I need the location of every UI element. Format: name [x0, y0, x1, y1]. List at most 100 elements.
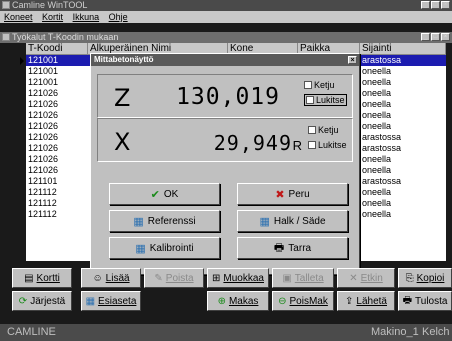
t-koodi-cell: 121112 — [28, 198, 57, 208]
sijainti-cell: arastossa — [362, 176, 402, 186]
toolbar-row-2: ⟳ Järjestä ▦ Esiaseta ⊕ Makas ⊖ PoisMak ⇪ Läh… — [12, 291, 452, 312]
muokkaa-button[interactable]: ⊞ Muokkaa — [207, 268, 269, 288]
checkbox-icon[interactable] — [308, 126, 316, 134]
z-axis-panel: Z 130,019 Ketju Lukitse — [97, 74, 353, 118]
col-t-koodi[interactable]: T-Koodi — [26, 43, 88, 54]
label-print-button[interactable]: 🖶 Tarra — [237, 237, 348, 259]
dialog-close-icon[interactable]: × — [348, 56, 357, 64]
talleta-button[interactable]: ▣ Talleta — [272, 268, 334, 288]
t-koodi-cell: 121026 — [28, 110, 59, 120]
col-sijainti[interactable]: Sijainti — [360, 43, 446, 54]
t-koodi-cell: 121026 — [28, 154, 59, 164]
x-ketju-label: Ketju — [318, 125, 339, 135]
child-window-title: Työkalut T-Koodin mukaan — [12, 32, 119, 42]
printer-icon: 🖶 — [273, 241, 285, 254]
magazine-icon: ⊕ — [217, 295, 226, 307]
x-axis-panel: X 29,949 R Ketju Lukitse — [97, 118, 353, 162]
remove-magazine-icon: ⊖ — [278, 295, 287, 307]
makas-button[interactable]: ⊕ Makas — [207, 291, 269, 311]
t-koodi-cell: 121112 — [28, 187, 57, 197]
diameter-radius-button[interactable]: ▦ Halk / Säde — [237, 210, 348, 232]
kopioi-button[interactable]: ⎘ Kopioi — [398, 268, 452, 288]
kopioi-label: Kopioi — [416, 272, 445, 284]
z-lukitse-checkbox[interactable]: Lukitse — [304, 94, 347, 106]
card-icon: ▤ — [24, 272, 34, 284]
t-koodi-cell: 121026 — [28, 99, 59, 109]
tulosta-button[interactable]: 🖶 Tulosta — [398, 291, 452, 311]
copy-icon: ⎘ — [405, 272, 414, 284]
sijainti-cell: oneella — [362, 187, 392, 197]
minimize-button[interactable]: _ — [421, 1, 430, 9]
t-koodi-cell: 121001 — [28, 77, 59, 87]
save-icon: ▣ — [282, 272, 292, 284]
sijainti-cell: oneella — [362, 110, 392, 120]
z-ketju-checkbox[interactable]: Ketju — [304, 80, 335, 90]
diameter-icon: ▦ — [259, 215, 270, 228]
z-ketju-label: Ketju — [314, 80, 335, 90]
esiaseta-button[interactable]: ▦ Esiaseta — [81, 291, 141, 311]
lisaa-label: Lisää — [105, 272, 130, 284]
x-radius-suffix: R — [292, 138, 302, 153]
x-ketju-checkbox[interactable]: Ketju — [308, 125, 339, 135]
lisaa-button[interactable]: ☺ Lisää — [81, 268, 141, 288]
diameter-radius-label: Halk / Säde — [273, 215, 326, 227]
jarjesta-label: Järjestä — [30, 295, 66, 307]
x-lukitse-checkbox[interactable]: Lukitse — [308, 140, 347, 150]
cancel-edit-icon: ✕ — [349, 272, 358, 284]
status-company: CAMLINE — [7, 326, 56, 338]
etkin-button[interactable]: ✕ Etkin — [337, 268, 395, 288]
poismak-label: PoisMak — [289, 295, 328, 307]
talleta-label: Talleta — [294, 272, 324, 284]
send-icon: ⇪ — [345, 295, 354, 307]
x-lukitse-label: Lukitse — [318, 140, 347, 150]
makas-label: Makas — [228, 295, 259, 307]
menu-ikkuna[interactable]: Ikkuna — [73, 12, 100, 22]
child-window-title-bar: Työkalut T-Koodin mukaan _ □ × — [0, 32, 452, 43]
close-button[interactable]: × — [441, 1, 450, 9]
sijainti-cell: oneella — [362, 66, 392, 76]
maximize-button[interactable]: □ — [431, 1, 440, 9]
t-koodi-cell: 121026 — [28, 88, 59, 98]
cancel-button[interactable]: ✖ Peru — [237, 183, 348, 205]
sijainti-cell: oneella — [362, 209, 392, 219]
checkbox-icon[interactable] — [308, 141, 316, 149]
main-title-bar: Camline WinTOOL _ □ × — [0, 0, 452, 11]
child-close-button[interactable]: × — [441, 33, 450, 41]
sijainti-cell: oneella — [362, 198, 392, 208]
laheta-button[interactable]: ⇪ Lähetä — [337, 291, 395, 311]
menu-kortit[interactable]: Kortit — [42, 12, 63, 22]
reference-button[interactable]: ▦ Referenssi — [109, 210, 220, 232]
child-minimize-button[interactable]: _ — [421, 33, 430, 41]
app-title: Camline WinTOOL — [12, 0, 88, 10]
checkbox-icon[interactable] — [304, 81, 312, 89]
sijainti-cell: oneella — [362, 154, 392, 164]
sijainti-cell: arastossa — [362, 132, 402, 142]
x-axis-letter: X — [114, 128, 131, 156]
dialog-title-bar: Mittabetonäyttö × — [91, 54, 359, 66]
checkbox-icon[interactable] — [306, 96, 314, 104]
poismak-button[interactable]: ⊖ PoisMak — [272, 291, 334, 311]
t-koodi-cell: 121112 — [28, 209, 57, 219]
muokkaa-label: Muokkaa — [223, 272, 264, 284]
z-axis-value: 130,019 — [176, 84, 280, 110]
kortti-button[interactable]: ▤ Kortti — [12, 268, 72, 288]
calibration-button[interactable]: ▦ Kalibrointi — [109, 237, 220, 259]
jarjesta-button[interactable]: ⟳ Järjestä — [12, 291, 72, 311]
kortti-label: Kortti — [36, 272, 60, 284]
status-device: Kelch — [422, 326, 450, 338]
t-koodi-cell: 121026 — [28, 165, 59, 175]
ok-button[interactable]: ✔ OK — [109, 183, 220, 205]
t-koodi-cell: 121001 — [28, 66, 59, 76]
menu-ohje[interactable]: Ohje — [109, 12, 128, 22]
poista-button[interactable]: ✎ Poista — [144, 268, 204, 288]
sijainti-cell: arastossa — [362, 143, 402, 153]
t-koodi-cell: 121001 — [28, 55, 59, 65]
status-machine: Makino_1 — [371, 326, 419, 338]
dialog-title: Mittabetonäyttö — [94, 55, 154, 64]
menu-koneet[interactable]: Koneet — [4, 12, 33, 22]
cross-icon: ✖ — [275, 188, 285, 201]
add-icon: ☺ — [92, 272, 103, 284]
t-koodi-cell: 121101 — [28, 176, 58, 186]
ok-label: OK — [163, 188, 179, 200]
child-maximize-button[interactable]: □ — [431, 33, 440, 41]
